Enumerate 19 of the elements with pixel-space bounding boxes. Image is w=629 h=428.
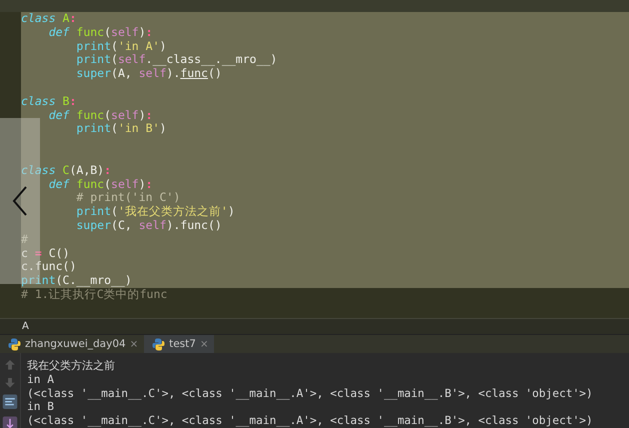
run-tab[interactable]: test7 × <box>144 335 214 353</box>
python-icon <box>152 338 166 350</box>
run-tab[interactable]: zhangxuwei_day04 × <box>0 335 144 353</box>
tab-label: test7 <box>169 338 196 350</box>
scroll-end-icon[interactable] <box>2 416 18 428</box>
code-line: # 1.让其执行C类中的func <box>21 288 168 302</box>
console-output-line: 我在父类方法之前 <box>27 359 116 373</box>
python-icon <box>8 338 21 350</box>
breadcrumb[interactable]: A <box>22 321 29 332</box>
console-output-line: in A <box>27 372 55 387</box>
tab-label: zhangxuwei_day04 <box>25 338 126 350</box>
console-output-line: (<class '__main__.C'>, <class '__main__.A'>, <class '__main__.B'>, <class 'object'>) <box>27 386 593 400</box>
console-output-line: (<class '__main__.C'>, <class '__main__.A'>, <class '__main__.B'>, <class 'object'>) <box>27 414 593 428</box>
up-arrow-icon[interactable] <box>4 359 16 371</box>
chevron-left-icon <box>12 186 28 216</box>
wrap-lines-icon[interactable] <box>2 394 18 410</box>
close-icon[interactable]: × <box>130 338 138 350</box>
down-arrow-icon[interactable] <box>4 376 16 388</box>
console-output-line: in B <box>27 400 55 414</box>
